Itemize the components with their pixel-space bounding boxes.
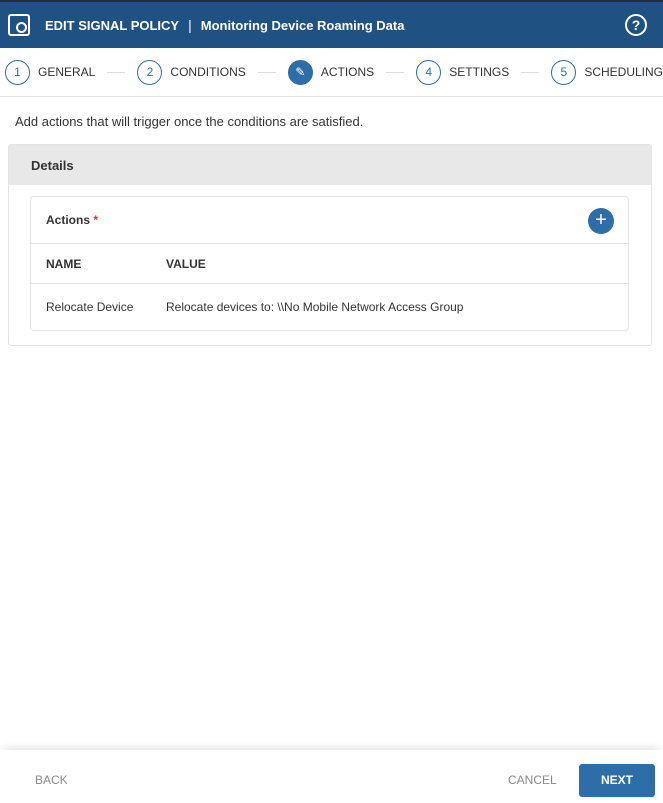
back-button[interactable]: BACK (35, 773, 68, 787)
step-label: SCHEDULING (584, 65, 663, 79)
actions-label: Actions (46, 213, 91, 227)
header-separator: | (188, 17, 192, 33)
pencil-icon: ✎ (287, 59, 313, 85)
header-title: EDIT SIGNAL POLICY (45, 17, 180, 33)
table-header: NAME VALUE (31, 244, 628, 284)
wizard-stepper: 1 GENERAL 2 CONDITIONS ✎ ACTIONS 4 SETTINGS … (0, 48, 663, 97)
step-number: 4 (416, 59, 442, 85)
column-name: NAME (46, 256, 82, 271)
help-icon[interactable]: ? (625, 14, 647, 36)
step-number: 1 (5, 59, 30, 85)
step-divider (521, 71, 540, 73)
required-mark: * (93, 213, 99, 227)
step-scheduling[interactable]: 5 SCHEDULING (551, 59, 663, 85)
intro-text: Add actions that will trigger once the c… (15, 114, 364, 129)
step-divider (257, 71, 276, 73)
policy-settings-icon (8, 14, 30, 36)
step-number: 2 (137, 59, 163, 85)
step-label: ACTIONS (320, 65, 375, 79)
step-actions[interactable]: ✎ ACTIONS (287, 59, 375, 85)
step-label: CONDITIONS (170, 65, 246, 79)
action-value: Relocate devices to: \\No Mobile Network… (166, 300, 464, 314)
column-value: VALUE (166, 256, 206, 271)
details-title: Details (9, 145, 651, 185)
footer-bar: BACK CANCEL NEXT (0, 750, 663, 803)
step-label: GENERAL (38, 65, 96, 79)
details-panel: Details Actions * + NAME VALUE Relocate … (8, 144, 652, 346)
header-subtitle: Monitoring Device Roaming Data (200, 17, 405, 33)
step-divider (386, 71, 405, 73)
header-bar: EDIT SIGNAL POLICY | Monitoring Device R… (0, 0, 663, 48)
next-button[interactable]: NEXT (579, 764, 655, 797)
step-divider (107, 71, 126, 73)
table-row[interactable]: Relocate Device Relocate devices to: \\N… (31, 284, 628, 330)
action-name: Relocate Device (46, 300, 134, 314)
actions-card: Actions * + NAME VALUE Relocate Device R… (30, 196, 629, 331)
add-action-button[interactable]: + (588, 208, 614, 234)
step-label: SETTINGS (449, 65, 510, 79)
actions-header: Actions * + (31, 197, 628, 244)
step-number: 5 (551, 59, 577, 85)
step-general[interactable]: 1 GENERAL (5, 59, 96, 85)
step-settings[interactable]: 4 SETTINGS (416, 59, 510, 85)
cancel-button[interactable]: CANCEL (508, 773, 557, 787)
step-conditions[interactable]: 2 CONDITIONS (137, 59, 246, 85)
